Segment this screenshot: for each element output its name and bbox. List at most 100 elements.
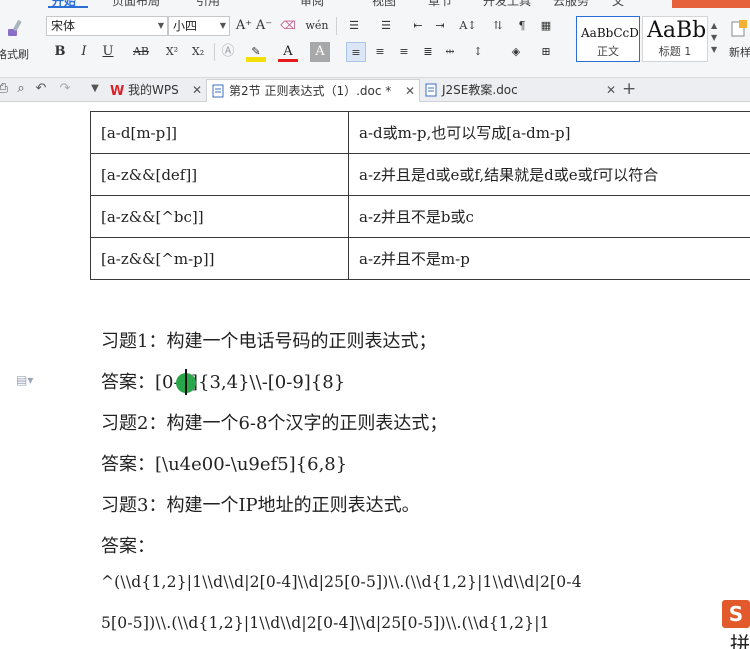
toolbar-separator bbox=[336, 17, 337, 35]
increase-indent-button[interactable]: ⇥ bbox=[430, 16, 450, 36]
close-icon[interactable]: ✕ bbox=[606, 79, 616, 101]
format-painter-button[interactable]: 格式刷 bbox=[0, 14, 36, 64]
table-cell[interactable]: a-d或m-p,也可以写成[a-dm-p] bbox=[348, 111, 750, 154]
sort-button[interactable]: ⇅ bbox=[488, 16, 508, 36]
chevron-down-icon: ▼ bbox=[157, 21, 164, 30]
grow-font-icon: A⁺ bbox=[235, 18, 253, 33]
menu-tab-developer[interactable]: 开发工具 bbox=[483, 0, 531, 9]
highlight-button[interactable]: ✎ bbox=[246, 42, 266, 62]
account-button[interactable] bbox=[672, 0, 750, 8]
font-name-select[interactable]: 宋体 ▼ bbox=[46, 16, 168, 36]
new-tab-icon[interactable]: + bbox=[622, 79, 636, 99]
expand-gallery-icon[interactable]: ▼ bbox=[711, 44, 721, 56]
italic-icon: I bbox=[81, 44, 87, 59]
tab-j2se-doc[interactable]: J2SE教案.doc ✕ bbox=[420, 79, 620, 102]
pinyin-guide-button[interactable]: wén bbox=[304, 16, 330, 36]
italic-button[interactable]: I bbox=[74, 42, 94, 62]
font-size-value: 小四 bbox=[173, 19, 198, 33]
table-cell[interactable]: a-z并且是d或e或f,结果就是d或e或f可以符合 bbox=[348, 153, 750, 196]
menu-strip: 开始 页面布局 引用 审阅 视图 章节 开发工具 云服务 文 bbox=[0, 0, 750, 8]
print-preview-icon[interactable]: ⎙ bbox=[0, 80, 12, 98]
document-page[interactable]: [a-d[m-p]] a-d或m-p,也可以写成[a-dm-p] [a-z&&[… bbox=[0, 103, 750, 649]
table-cell[interactable]: [a-d[m-p]] bbox=[90, 111, 349, 154]
align-left-button[interactable]: ≡ bbox=[346, 42, 366, 62]
undo-icon[interactable]: ↶ bbox=[32, 80, 50, 98]
strikethrough-button[interactable]: AB bbox=[128, 42, 154, 62]
text-effect-button[interactable]: Ⓐ bbox=[218, 42, 238, 62]
superscript-button[interactable]: X² bbox=[160, 42, 184, 62]
exercise-2-answer[interactable]: 答案：[\u4e00-\u9ef5]{6,8} bbox=[101, 450, 347, 476]
bullet-list-icon: ☰ bbox=[349, 19, 359, 32]
menu-tab-layout[interactable]: 页面布局 bbox=[112, 0, 160, 9]
exercise-3-answer-label[interactable]: 答案： bbox=[101, 532, 155, 558]
borders-button[interactable]: ⊞ bbox=[536, 42, 556, 62]
exercise-2-question[interactable]: 习题2：构建一个6-8个汉字的正则表达式； bbox=[101, 409, 447, 435]
tab-my-wps[interactable]: W 我的WPS ✕ bbox=[106, 79, 206, 102]
menu-tab-view[interactable]: 视图 bbox=[372, 0, 396, 9]
underline-button[interactable]: U bbox=[98, 42, 118, 62]
exercise-1-question[interactable]: 习题1：构建一个电话号码的正则表达式； bbox=[101, 327, 436, 353]
style-normal[interactable]: AaBbCcDd 正文 bbox=[576, 16, 640, 62]
clear-format-button[interactable]: ⌫ bbox=[278, 16, 298, 36]
align-center-icon: ≡ bbox=[375, 45, 385, 58]
subscript-button[interactable]: X₂ bbox=[186, 42, 210, 62]
table-borders-button[interactable]: ▦ bbox=[536, 16, 556, 36]
svg-text:W: W bbox=[110, 84, 124, 97]
table-row: [a-z&&[^bc]] a-z并且不是b或c bbox=[90, 195, 750, 238]
menu-tab-more[interactable]: 文 bbox=[612, 0, 624, 9]
paragraph-options-icon[interactable]: ▤▾ bbox=[16, 373, 33, 387]
line-spacing-button[interactable]: ↕ bbox=[468, 42, 488, 62]
menu-tab-references[interactable]: 引用 bbox=[196, 0, 220, 9]
redo-icon[interactable]: ↷ bbox=[56, 80, 74, 98]
text-effect-icon: Ⓐ bbox=[221, 44, 235, 59]
strikethrough-icon: AB bbox=[132, 45, 150, 58]
ime-mode-indicator[interactable]: 拼 bbox=[730, 628, 750, 649]
grow-font-button[interactable]: A⁺ bbox=[234, 16, 254, 36]
ime-logo-icon[interactable]: S bbox=[722, 600, 750, 628]
decrease-indent-button[interactable]: ⇤ bbox=[408, 16, 428, 36]
shrink-font-button[interactable]: A⁻ bbox=[254, 16, 274, 36]
close-icon[interactable]: ✕ bbox=[405, 80, 415, 102]
bold-button[interactable]: B bbox=[50, 42, 70, 62]
align-left-icon: ≡ bbox=[351, 46, 361, 59]
align-center-button[interactable]: ≡ bbox=[370, 42, 390, 62]
ip-regex-line-1[interactable]: ^(\\d{1,2}|1\\d\\d|2[0-4]\\d|25[0-5])\\.… bbox=[101, 573, 582, 591]
show-marks-button[interactable]: ¶ bbox=[512, 16, 532, 36]
style-heading-1-caption: 标题 1 bbox=[658, 45, 692, 58]
paint-bucket-icon: ◈ bbox=[511, 45, 521, 58]
font-size-select[interactable]: 小四 ▼ bbox=[168, 16, 230, 36]
format-painter-label: 格式刷 bbox=[0, 48, 29, 61]
table-cell[interactable]: a-z并且不是b或c bbox=[348, 195, 750, 238]
line-spacing-icon: ↕ bbox=[473, 45, 483, 58]
align-right-button[interactable]: ≡ bbox=[394, 42, 414, 62]
bullet-list-button[interactable]: ☰ bbox=[344, 16, 364, 36]
table-cell[interactable]: [a-z&&[^bc]] bbox=[90, 195, 349, 238]
text-direction-icon: A↕ bbox=[459, 19, 477, 32]
chevron-down-icon[interactable]: ▼ bbox=[711, 32, 721, 44]
menu-tab-cloud[interactable]: 云服务 bbox=[553, 0, 589, 9]
table-cell[interactable]: a-z并且不是m-p bbox=[348, 237, 750, 280]
close-icon[interactable]: ✕ bbox=[192, 79, 202, 101]
menu-tab-section[interactable]: 章节 bbox=[428, 0, 452, 9]
justify-button[interactable]: ≣ bbox=[418, 42, 438, 62]
chevron-down-icon[interactable]: ▼ bbox=[86, 80, 104, 98]
style-heading-1[interactable]: AaBb 标题 1 bbox=[642, 16, 708, 62]
shading-fill-button[interactable]: ◈ bbox=[506, 42, 526, 62]
char-shading-button[interactable]: A bbox=[310, 42, 330, 62]
text-direction-button[interactable]: A↕ bbox=[454, 16, 482, 36]
bold-icon: B bbox=[54, 44, 66, 59]
tab-regex-doc[interactable]: 第2节 正则表达式（1）.doc * ✕ bbox=[206, 79, 420, 102]
menu-tab-review[interactable]: 审阅 bbox=[300, 0, 324, 9]
chevron-up-icon[interactable]: ▲ bbox=[711, 20, 721, 32]
distribute-button[interactable]: ⇹ bbox=[440, 42, 460, 62]
numbered-list-button[interactable]: ☰ bbox=[376, 16, 396, 36]
document-tab-bar: ⎙ ⌕ ↶ ↷ ▼ W 我的WPS ✕ 第2节 正则表达式（1）.doc * ✕… bbox=[0, 78, 750, 102]
font-color-button[interactable]: A bbox=[278, 42, 298, 62]
exercise-3-question[interactable]: 习题3：构建一个IP地址的正则表达式。 bbox=[101, 491, 420, 517]
ip-regex-line-2[interactable]: 5[0-5])\\.(\\d{1,2}|1\\d\\d|2[0-4]\\d|25… bbox=[101, 614, 550, 632]
style-gallery-scroll[interactable]: ▲ ▼ ▼ bbox=[711, 20, 721, 56]
print-icon[interactable]: ⌕ bbox=[12, 80, 30, 98]
table-cell[interactable]: [a-z&&[^m-p]] bbox=[90, 237, 349, 280]
table-cell[interactable]: [a-z&&[def]] bbox=[90, 153, 349, 196]
exercise-1-answer[interactable]: 答案：[0-9]{3,4}\\-[0-9]{8} bbox=[101, 368, 345, 394]
